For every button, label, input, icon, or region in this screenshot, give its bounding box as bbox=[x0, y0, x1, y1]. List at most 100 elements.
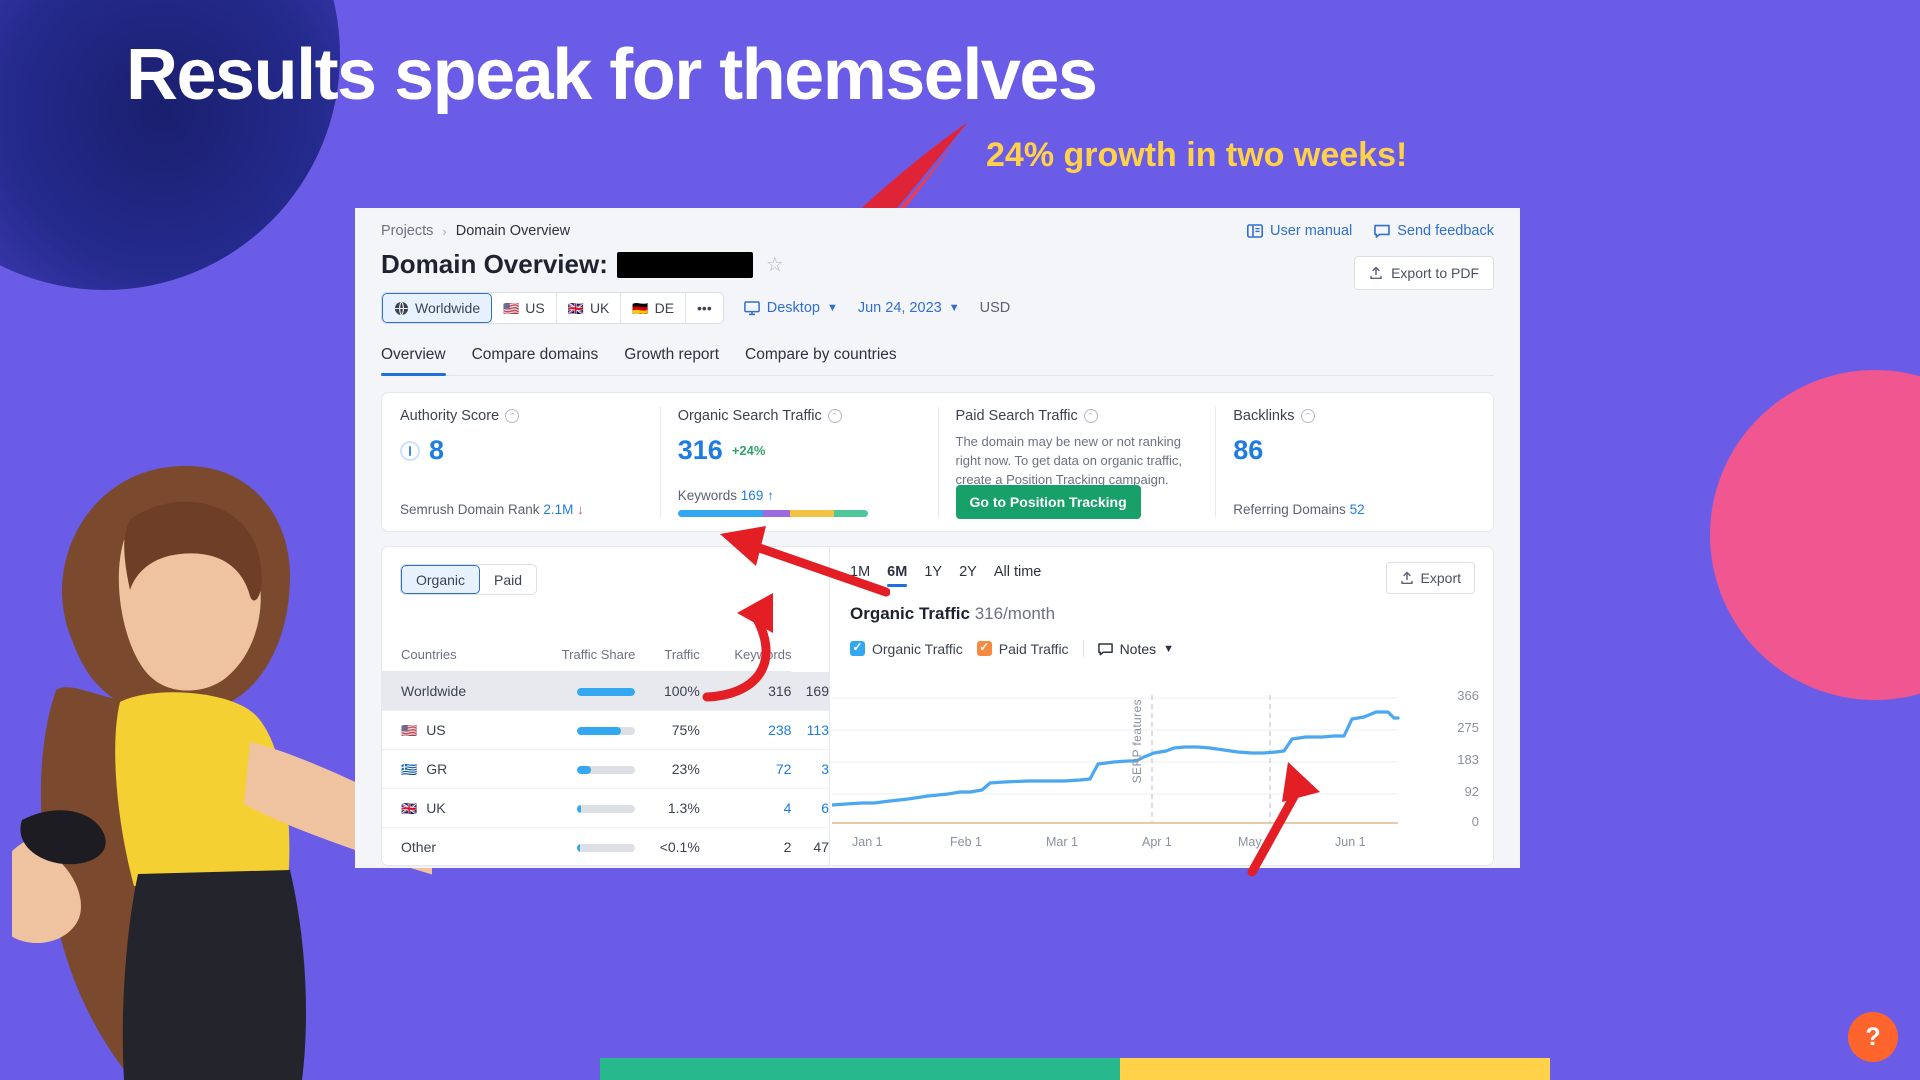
info-icon[interactable] bbox=[827, 409, 842, 423]
table-row[interactable]: 🇺🇸 US 75% 238 113 bbox=[382, 710, 829, 750]
favorite-star-icon[interactable]: ☆ bbox=[766, 252, 784, 277]
table-header-row: Countries Traffic Share Traffic Keywords bbox=[382, 639, 829, 672]
country-name: US bbox=[426, 722, 446, 738]
keywords-value[interactable]: 6 bbox=[821, 800, 829, 816]
traffic-value[interactable]: 4 bbox=[784, 800, 792, 816]
country-name: Worldwide bbox=[401, 683, 467, 699]
flag-icon: 🇬🇧 bbox=[401, 800, 418, 816]
range-1m[interactable]: 1M bbox=[850, 564, 870, 587]
kw-segment-3 bbox=[789, 510, 834, 517]
note-bubble-icon bbox=[1097, 642, 1113, 655]
date-selector[interactable]: Jun 24, 2023 ▼ bbox=[858, 300, 960, 316]
col-countries[interactable]: Countries bbox=[382, 639, 518, 672]
country-name: GR bbox=[426, 761, 448, 777]
traffic-value: 2 bbox=[783, 839, 792, 855]
notes-dropdown[interactable]: Notes ▼ bbox=[1097, 641, 1175, 657]
help-button[interactable]: ? bbox=[1848, 1012, 1898, 1062]
go-to-position-tracking-button[interactable]: Go to Position Tracking bbox=[955, 485, 1141, 519]
app-window: Projects › Domain Overview User manual S… bbox=[355, 208, 1520, 868]
country-filter-uk-label: UK bbox=[589, 300, 610, 316]
tab-compare-domains[interactable]: Compare domains bbox=[472, 346, 599, 375]
table-row[interactable]: Other <0.1% 2 47 bbox=[382, 827, 829, 867]
card-authority-score: Authority Score 8 Semrush Domain Rank 2.… bbox=[382, 393, 660, 531]
export-to-pdf-button[interactable]: Export to PDF bbox=[1354, 256, 1494, 290]
growth-callout: 24% growth in two weeks! bbox=[986, 136, 1408, 174]
organic-traffic-value: 316 bbox=[677, 435, 723, 465]
share-pct: 1.3% bbox=[667, 800, 700, 816]
x-tick-may: May 1 bbox=[1238, 835, 1273, 849]
desktop-icon bbox=[743, 300, 760, 315]
tab-compare-by-countries[interactable]: Compare by countries bbox=[745, 346, 897, 375]
card-organic-search-traffic: Organic Search Traffic 316 +24% Keywords… bbox=[659, 393, 938, 531]
referring-domains-value: 52 bbox=[1349, 502, 1365, 517]
info-icon[interactable] bbox=[1083, 409, 1098, 423]
traffic-share-bar bbox=[577, 844, 636, 852]
legend-organic-traffic[interactable]: Organic Traffic bbox=[850, 640, 963, 657]
traffic-value[interactable]: 238 bbox=[768, 722, 791, 738]
y-tick-275: 275 bbox=[1457, 720, 1479, 735]
toggle-organic[interactable]: Organic bbox=[401, 565, 481, 594]
chevron-down-icon: ▼ bbox=[1163, 642, 1175, 655]
x-tick-mar: Mar 1 bbox=[1046, 835, 1078, 849]
card-paid-search-traffic: Paid Search Traffic The domain may be ne… bbox=[937, 393, 1216, 531]
x-tick-jan: Jan 1 bbox=[852, 835, 883, 849]
organic-paid-toggle: Organic Paid bbox=[400, 564, 538, 595]
toggle-paid[interactable]: Paid bbox=[480, 565, 536, 594]
breadcrumb-projects[interactable]: Projects bbox=[381, 223, 433, 239]
col-keywords[interactable]: Keywords bbox=[699, 639, 792, 672]
semrush-domain-rank-value: 2.1M bbox=[543, 502, 574, 517]
backlinks-title: Backlinks bbox=[1233, 408, 1295, 424]
keywords-value[interactable]: 113 bbox=[807, 722, 829, 738]
col-traffic-share[interactable]: Traffic Share bbox=[517, 639, 636, 672]
authority-score-title-row: Authority Score bbox=[400, 408, 642, 424]
keywords-row: Keywords 169 ↑ bbox=[678, 488, 774, 503]
range-1y[interactable]: 1Y bbox=[924, 564, 942, 587]
chart-title: Organic Traffic bbox=[850, 604, 970, 623]
header-links: User manual Send feedback bbox=[1247, 223, 1494, 239]
organic-traffic-main: 316 +24% bbox=[678, 435, 920, 466]
info-icon[interactable] bbox=[1300, 409, 1315, 423]
range-2y[interactable]: 2Y bbox=[959, 564, 977, 587]
metric-cards: Authority Score 8 Semrush Domain Rank 2.… bbox=[381, 392, 1494, 532]
currency-label: USD bbox=[979, 300, 1011, 316]
device-selector[interactable]: Desktop ▼ bbox=[743, 300, 838, 316]
flag-icon: 🇺🇸 bbox=[401, 722, 418, 738]
y-tick-0: 0 bbox=[1471, 814, 1479, 829]
range-all-time[interactable]: All time bbox=[994, 564, 1042, 587]
page-title: Domain Overview: bbox=[381, 249, 608, 279]
breadcrumb-separator-icon: › bbox=[442, 223, 447, 239]
table-row[interactable]: 🇬🇷 GR 23% 72 3 bbox=[382, 749, 829, 789]
country-filter-group: Worldwide 🇺🇸 US 🇬🇧 UK 🇩🇪 DE ••• bbox=[381, 292, 724, 324]
keywords-value[interactable]: 3 bbox=[821, 761, 829, 777]
share-pct: 100% bbox=[663, 683, 700, 699]
country-filter-more[interactable]: ••• bbox=[686, 293, 723, 323]
flag-us-icon: 🇺🇸 bbox=[503, 300, 520, 316]
country-filter-uk[interactable]: 🇬🇧 UK bbox=[557, 293, 622, 323]
table-row[interactable]: 🇬🇧 UK 1.3% 4 6 bbox=[382, 788, 829, 828]
organic-traffic-delta: +24% bbox=[731, 443, 766, 458]
authority-score-title: Authority Score bbox=[400, 408, 500, 424]
traffic-value[interactable]: 72 bbox=[776, 761, 792, 777]
legend-paid-traffic[interactable]: Paid Traffic bbox=[976, 640, 1069, 657]
country-filter-us[interactable]: 🇺🇸 US bbox=[492, 293, 557, 323]
country-filter-worldwide[interactable]: Worldwide bbox=[382, 293, 493, 323]
info-icon[interactable] bbox=[505, 409, 520, 423]
country-filter-de[interactable]: 🇩🇪 DE bbox=[621, 293, 687, 323]
chart-panel: 1M 6M 1Y 2Y All time Export Organic Traf… bbox=[830, 547, 1493, 865]
send-feedback-link[interactable]: Send feedback bbox=[1374, 223, 1494, 239]
user-manual-link[interactable]: User manual bbox=[1247, 223, 1352, 239]
tab-growth-report[interactable]: Growth report bbox=[624, 346, 719, 375]
device-selector-label: Desktop bbox=[766, 300, 820, 316]
table-row[interactable]: Worldwide 100% 316 169 bbox=[382, 671, 829, 711]
share-pct: 23% bbox=[671, 761, 700, 777]
section-tabs: Overview Compare domains Growth report C… bbox=[381, 346, 1494, 376]
col-traffic[interactable]: Traffic bbox=[635, 639, 700, 672]
countries-table: Countries Traffic Share Traffic Keywords… bbox=[382, 639, 829, 867]
range-6m[interactable]: 6M bbox=[887, 564, 908, 587]
tab-overview[interactable]: Overview bbox=[381, 346, 446, 376]
filter-row: Worldwide 🇺🇸 US 🇬🇧 UK 🇩🇪 DE ••• Desktop … bbox=[381, 292, 1494, 324]
checkbox-paid-traffic[interactable] bbox=[976, 640, 992, 656]
export-button[interactable]: Export bbox=[1385, 562, 1475, 594]
keywords-distribution-bar bbox=[677, 510, 868, 517]
checkbox-organic-traffic[interactable] bbox=[850, 640, 865, 656]
